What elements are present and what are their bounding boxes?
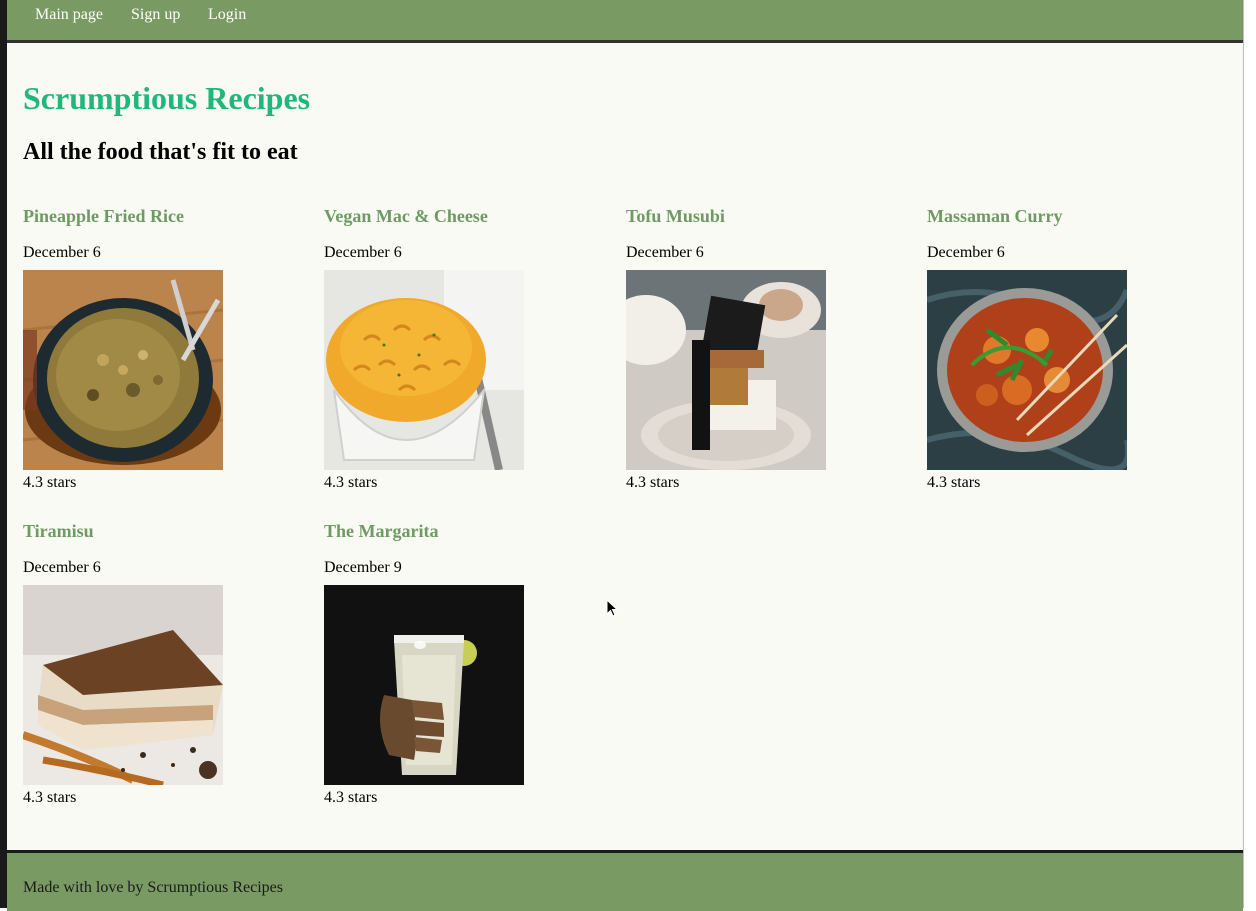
recipe-card: Vegan Mac & Cheese December 6 4.3 stars: [324, 206, 584, 491]
footer-text: Made with love by Scrumptious Recipes: [23, 879, 283, 896]
recipe-title-link[interactable]: Vegan Mac & Cheese: [324, 206, 488, 227]
recipe-image-massaman-curry[interactable]: [927, 270, 1127, 470]
top-navbar: Main page Sign up Login: [7, 0, 1243, 43]
page: Main page Sign up Login Scrumptious Reci…: [7, 0, 1243, 911]
recipe-card: The Margarita December 9 4.3 stars: [324, 521, 584, 806]
recipe-rating: 4.3 stars: [626, 474, 680, 491]
recipe-card: Massaman Curry December 6 4.3 stars: [927, 206, 1187, 491]
recipe-title-link[interactable]: Tofu Musubi: [626, 206, 725, 227]
recipe-rating: 4.3 stars: [927, 474, 981, 491]
recipe-date: December 6: [626, 244, 704, 261]
window-left-edge: [0, 0, 7, 908]
recipe-card: Tofu Musubi December 6 4.3 stars: [626, 206, 886, 491]
recipe-rating: 4.3 stars: [324, 474, 378, 491]
window-right-gutter: [1244, 0, 1256, 908]
recipe-image-margarita[interactable]: [324, 585, 524, 785]
recipe-title-link[interactable]: Pineapple Fried Rice: [23, 206, 184, 227]
recipe-rating: 4.3 stars: [23, 789, 77, 806]
nav-sign-up-link[interactable]: Sign up: [131, 6, 180, 24]
site-tagline: All the food that's fit to eat: [23, 139, 298, 165]
recipe-card: Tiramisu December 6 4.3 stars: [23, 521, 283, 806]
nav-login-link[interactable]: Login: [208, 6, 246, 24]
recipe-date: December 9: [324, 559, 402, 576]
recipe-title-link[interactable]: Massaman Curry: [927, 206, 1063, 227]
mouse-cursor-icon: [606, 599, 618, 617]
recipe-rating: 4.3 stars: [324, 789, 378, 806]
site-title: Scrumptious Recipes: [23, 80, 311, 116]
recipe-image-fried-rice[interactable]: [23, 270, 223, 470]
recipe-date: December 6: [23, 244, 101, 261]
recipe-title-link[interactable]: Tiramisu: [23, 521, 94, 542]
recipe-title-link[interactable]: The Margarita: [324, 521, 438, 542]
nav-main-page-link[interactable]: Main page: [35, 6, 103, 24]
recipe-date: December 6: [927, 244, 1005, 261]
recipe-image-tiramisu[interactable]: [23, 585, 223, 785]
recipe-date: December 6: [23, 559, 101, 576]
recipe-image-mac-and-cheese[interactable]: [324, 270, 524, 470]
recipe-card: Pineapple Fried Rice December 6 4.3 star…: [23, 206, 283, 491]
recipe-image-tofu-musubi[interactable]: [626, 270, 826, 470]
recipe-date: December 6: [324, 244, 402, 261]
recipe-rating: 4.3 stars: [23, 474, 77, 491]
site-footer: Made with love by Scrumptious Recipes: [7, 850, 1243, 911]
